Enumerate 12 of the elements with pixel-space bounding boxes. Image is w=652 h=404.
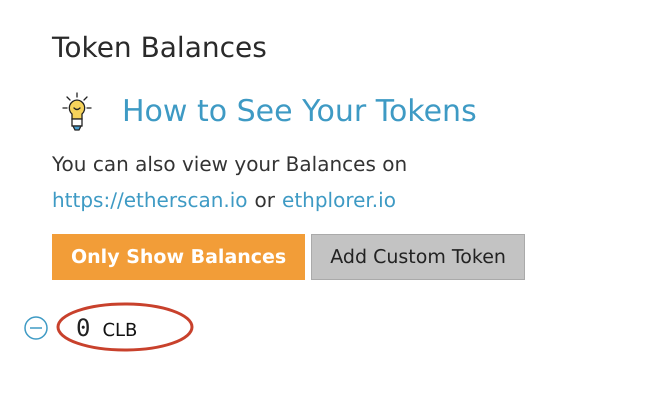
section-title: Token Balances bbox=[52, 30, 268, 66]
show-balances-button[interactable]: Only Show Balances bbox=[52, 234, 306, 280]
token-balance: 0 bbox=[76, 314, 90, 342]
add-token-button[interactable]: Add Custom Token bbox=[311, 234, 525, 280]
lightbulb-icon bbox=[62, 92, 92, 132]
remove-icon[interactable] bbox=[24, 316, 48, 340]
or-text: or bbox=[254, 187, 276, 214]
ethplorer-link[interactable]: ethplorer.io bbox=[282, 182, 396, 218]
help-heading[interactable]: How to See Your Tokens bbox=[122, 90, 477, 134]
token-symbol: CLB bbox=[102, 320, 138, 341]
etherscan-link[interactable]: https://etherscan.io bbox=[52, 182, 248, 218]
help-text: You can also view your Balances on bbox=[52, 151, 408, 178]
